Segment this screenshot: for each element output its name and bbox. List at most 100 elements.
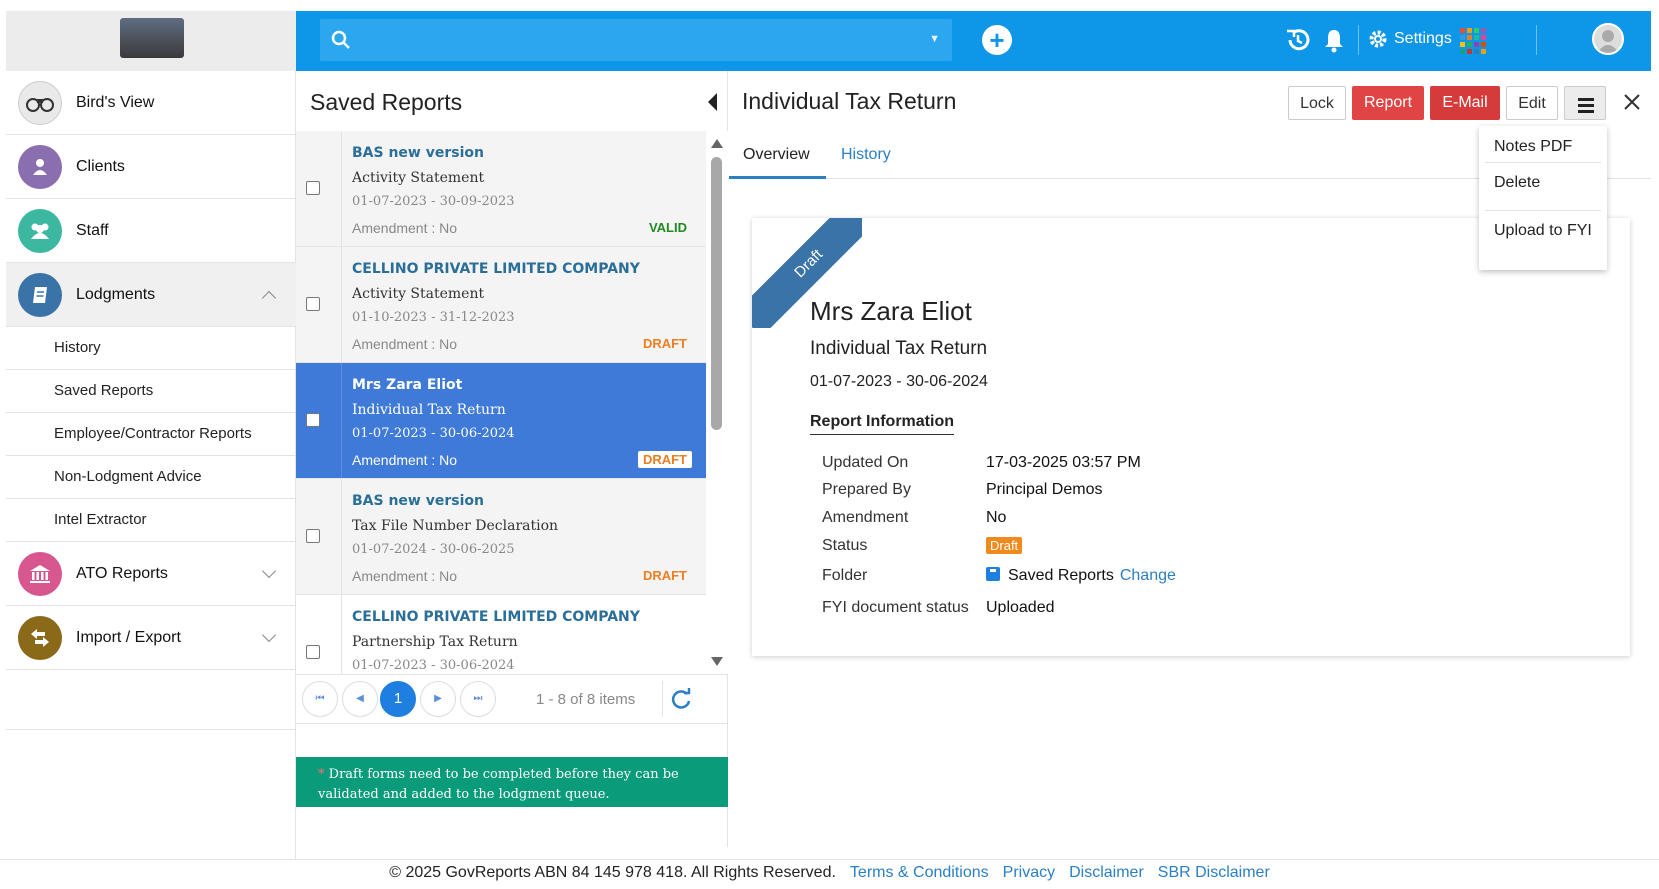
avatar[interactable] [1592, 23, 1624, 55]
next-page-button[interactable]: ▶ [420, 681, 456, 717]
chevron-down-icon[interactable]: ▼ [929, 33, 940, 45]
refresh-icon [671, 688, 691, 709]
menu-item-upload-to-fyi[interactable]: Upload to FYI [1479, 222, 1607, 240]
sidebar-item-lodgments[interactable]: Lodgments [6, 263, 296, 327]
saved-reports-panel: Saved Reports BAS new version Activity S… [296, 71, 728, 847]
report-period: 01-10-2023 - 31-12-2023 [352, 310, 515, 325]
menu-item-delete[interactable]: Delete [1479, 174, 1607, 192]
more-menu-button[interactable] [1564, 86, 1606, 120]
page-1-button[interactable]: 1 [380, 681, 416, 717]
settings-button[interactable]: Settings [1368, 29, 1452, 49]
apps-grid-icon[interactable] [1460, 28, 1486, 54]
pagination-info: 1 - 8 of 8 items [536, 691, 636, 708]
info-value: Saved Reports Change [986, 567, 1176, 585]
email-button[interactable]: E-Mail [1430, 86, 1500, 120]
info-value: Draft [986, 537, 1023, 555]
status-badge: Draft [986, 537, 1023, 554]
info-label: FYI document status [822, 599, 969, 616]
scroll-up-icon[interactable] [711, 139, 723, 148]
report-amendment: Amendment : No [352, 568, 458, 584]
info-label: Status [822, 537, 868, 554]
sidebar-item-clients[interactable]: Clients [6, 135, 296, 199]
chevron-down-icon[interactable] [261, 627, 277, 643]
list-item[interactable]: BAS new version Tax File Number Declarat… [296, 479, 706, 595]
report-name: CELLINO PRIVATE LIMITED COMPANY [352, 609, 640, 625]
report-amendment: Amendment : No [352, 452, 458, 468]
menu-item-notes-pdf[interactable]: Notes PDF [1479, 138, 1607, 156]
top-bar: ▼ + Settings [296, 11, 1651, 71]
sidebar-subitem-history[interactable]: History [6, 327, 296, 370]
add-button[interactable]: + [982, 25, 1012, 55]
search-box[interactable]: ▼ [320, 19, 952, 61]
tab-history[interactable]: History [841, 146, 891, 164]
users-icon [18, 208, 62, 253]
chevron-down-icon[interactable] [261, 563, 277, 579]
report-name: BAS new version [352, 145, 484, 161]
logo-image[interactable] [120, 18, 184, 58]
change-folder-link[interactable]: Change [1120, 567, 1176, 584]
report-type: Individual Tax Return [810, 338, 988, 359]
close-icon[interactable] [1620, 90, 1644, 114]
sidebar-item-label: ATO Reports [76, 564, 168, 582]
list-item[interactable]: CELLINO PRIVATE LIMITED COMPANY Activity… [296, 247, 706, 363]
last-page-button[interactable]: ⏭ [460, 681, 496, 717]
list-item-selected[interactable]: Mrs Zara Eliot Individual Tax Return 01-… [296, 363, 706, 479]
history-icon[interactable] [1284, 25, 1312, 55]
hamburger-icon [1578, 98, 1594, 116]
sidebar-item-import-export[interactable]: Import / Export [6, 606, 296, 670]
list-item[interactable]: BAS new version Activity Statement 01-07… [296, 131, 706, 247]
report-type: Activity Statement [352, 286, 485, 302]
checkbox-cell [296, 363, 342, 478]
sidebar-item-ato-reports[interactable]: ATO Reports [6, 542, 296, 606]
privacy-link[interactable]: Privacy [1003, 864, 1055, 881]
report-period: 01-07-2023 - 30-06-2024 [352, 658, 515, 673]
status-badge: VALID [648, 220, 687, 235]
row-checkbox[interactable] [306, 413, 320, 427]
report-name: BAS new version [352, 493, 484, 509]
toolbar-divider [1358, 25, 1359, 55]
search-input[interactable] [364, 19, 924, 61]
report-card: Draft Mrs Zara Eliot Individual Tax Retu… [752, 218, 1630, 656]
status-badge: DRAFT [637, 451, 692, 468]
sidebar-item-birds-view[interactable]: Bird's View [6, 71, 296, 135]
row-checkbox[interactable] [306, 181, 320, 195]
sidebar-subitem-saved-reports[interactable]: Saved Reports [6, 370, 296, 413]
row-checkbox[interactable] [306, 529, 320, 543]
save-icon [986, 567, 1000, 581]
list-scrollbar[interactable] [706, 131, 728, 674]
sbr-disclaimer-link[interactable]: SBR Disclaimer [1158, 864, 1270, 881]
sidebar-subitem-non-lodgment-advice[interactable]: Non-Lodgment Advice [6, 456, 296, 499]
prev-page-button[interactable]: ◀ [342, 681, 378, 717]
list-item[interactable]: CELLINO PRIVATE LIMITED COMPANY Partners… [296, 595, 706, 674]
scroll-down-icon[interactable] [711, 657, 723, 666]
chevron-up-icon[interactable] [261, 290, 277, 306]
first-page-button[interactable]: ⏮ [302, 681, 338, 717]
draft-note-text: Draft forms need to be completed before … [318, 767, 679, 802]
menu-divider [1485, 210, 1601, 211]
checkbox-cell [296, 131, 342, 246]
report-type: Partnership Tax Return [352, 634, 518, 650]
sidebar-subitem-intel-extractor[interactable]: Intel Extractor [6, 499, 296, 542]
row-checkbox[interactable] [306, 645, 320, 659]
lock-button[interactable]: Lock [1288, 86, 1346, 120]
swap-icon [18, 615, 62, 660]
scrollbar-thumb[interactable] [711, 157, 722, 430]
bell-icon[interactable] [1320, 25, 1348, 55]
sidebar: Bird's View Clients Staff Lodgments Hist… [6, 11, 296, 859]
user-icon [18, 144, 62, 189]
sidebar-subitem-employee-contractor-reports[interactable]: Employee/Contractor Reports [6, 413, 296, 456]
logo-area [6, 11, 296, 71]
edit-button[interactable]: Edit [1506, 86, 1558, 120]
info-label: Updated On [822, 454, 909, 471]
disclaimer-link[interactable]: Disclaimer [1069, 864, 1144, 881]
row-checkbox[interactable] [306, 297, 320, 311]
client-name: Mrs Zara Eliot [810, 296, 972, 326]
report-type: Tax File Number Declaration [352, 518, 559, 534]
sidebar-item-staff[interactable]: Staff [6, 199, 296, 263]
collapse-panel-icon[interactable] [708, 93, 717, 111]
refresh-button[interactable] [662, 681, 698, 717]
tab-overview[interactable]: Overview [743, 146, 810, 164]
folder-name: Saved Reports [1008, 567, 1114, 584]
terms-link[interactable]: Terms & Conditions [850, 864, 989, 881]
report-button[interactable]: Report [1352, 86, 1424, 120]
